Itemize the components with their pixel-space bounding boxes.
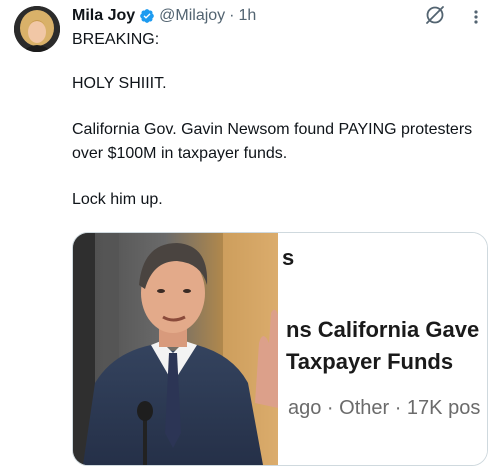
snippet-headline-line2: Taxpayer Funds [286, 349, 454, 374]
article-snippet[interactable]: s ns California Gave Taxpayer Funds ago … [278, 233, 487, 465]
tweet-line: California Gov. Gavin Newsom found PAYIN… [72, 121, 473, 162]
separator-dot: · [229, 7, 235, 24]
avatar-image [14, 6, 60, 52]
author-name[interactable]: Mila Joy [72, 7, 135, 25]
snippet-heading-fragment: s [282, 245, 295, 270]
tweet-line: BREAKING: [72, 31, 160, 48]
tweet-line: Lock him up. [72, 191, 163, 208]
snippet-headline-line1: ns California Gave [286, 317, 480, 342]
author-handle[interactable]: @Milajoy [159, 7, 225, 25]
more-options-icon[interactable] [468, 8, 484, 26]
grok-icon[interactable] [424, 4, 446, 26]
media-card[interactable]: s ns California Gave Taxpayer Funds ago … [72, 232, 488, 466]
media-photo[interactable] [73, 233, 278, 465]
tweet-body: BREAKING: HOLY SHIIIT. California Gov. G… [72, 30, 492, 210]
avatar[interactable] [14, 6, 60, 52]
tweet-time[interactable]: 1h [239, 7, 257, 25]
snippet-meta: ago · Other · 17K pos [288, 397, 481, 419]
verified-badge-icon [139, 8, 155, 24]
tweet-header: Mila Joy @Milajoy · 1h [72, 6, 256, 26]
tweet-line: HOLY SHIIIT. [72, 75, 167, 92]
